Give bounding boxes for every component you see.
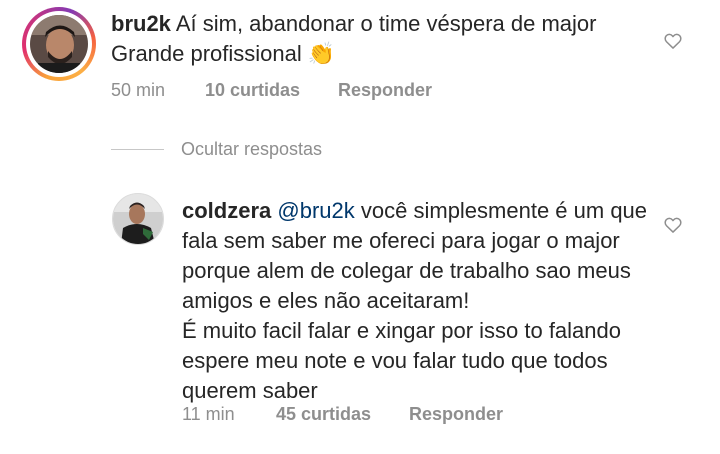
reply-button[interactable]: Responder bbox=[338, 80, 432, 101]
mention-link[interactable]: @bru2k bbox=[277, 198, 354, 223]
avatar-bru2k[interactable] bbox=[30, 15, 88, 73]
heart-outline-icon[interactable] bbox=[663, 215, 683, 235]
avatar-coldzera[interactable] bbox=[112, 193, 164, 245]
comment-time: 50 min bbox=[111, 80, 166, 100]
comment-text: bru2k Aí sim, abandonar o time véspera d… bbox=[111, 9, 656, 69]
reply-body: você simplesmente é um que fala sem sabe… bbox=[182, 198, 648, 403]
heart-outline-icon[interactable] bbox=[663, 31, 683, 51]
clapping-hands-emoji: 👏 bbox=[307, 41, 336, 66]
comment-username[interactable]: bru2k bbox=[111, 11, 171, 36]
reply-username[interactable]: coldzera bbox=[182, 198, 271, 223]
comment-line-2: Grande profissional bbox=[111, 41, 302, 66]
reply-button[interactable]: Responder bbox=[409, 404, 503, 425]
hide-replies-toggle[interactable]: Ocultar respostas bbox=[111, 138, 322, 160]
likes-count[interactable]: 10 curtidas bbox=[205, 80, 300, 101]
reply-likes-count[interactable]: 45 curtidas bbox=[276, 404, 371, 425]
divider-line bbox=[111, 148, 164, 150]
hide-replies-label[interactable]: Ocultar respostas bbox=[181, 139, 322, 160]
reply-time: 11 min bbox=[182, 404, 235, 424]
comment-line-1: Aí sim, abandonar o time véspera de majo… bbox=[175, 11, 597, 36]
reply-text: coldzera @bru2k você simplesmente é um q… bbox=[182, 196, 652, 406]
